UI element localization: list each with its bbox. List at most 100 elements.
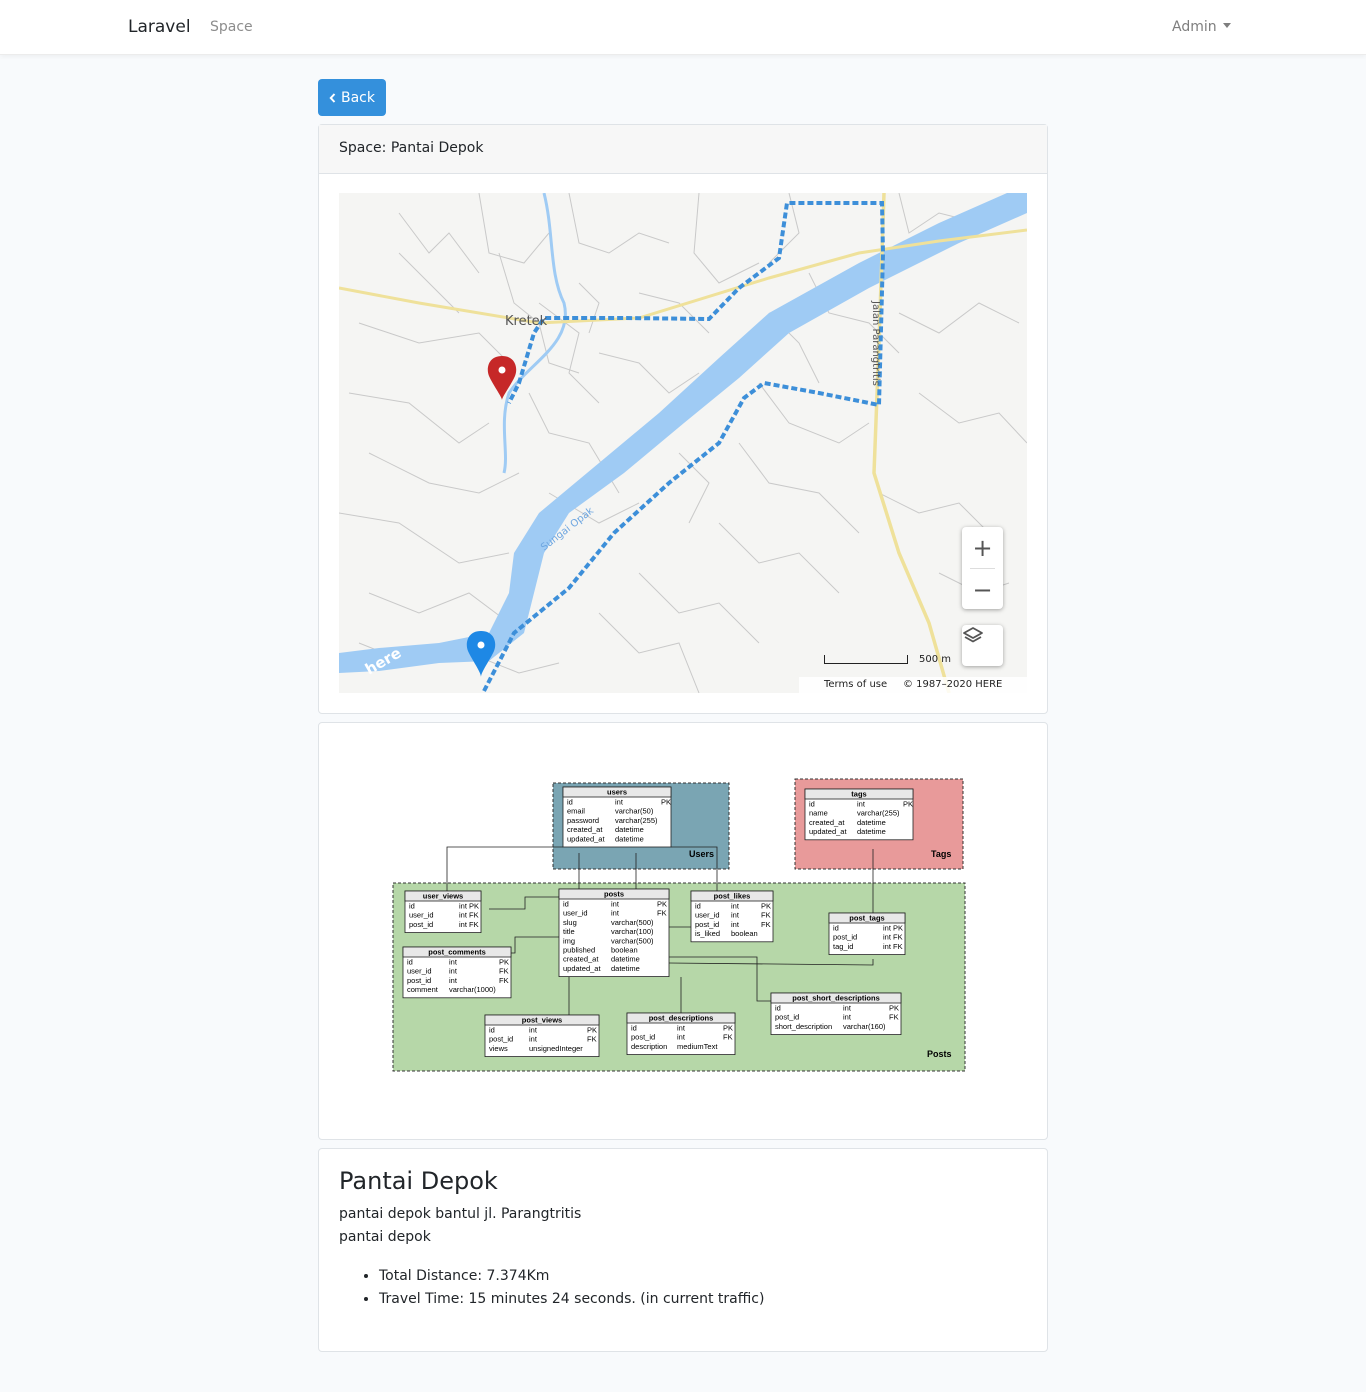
erd-table-cell: slug (563, 918, 577, 927)
erd-table-cell: datetime (611, 964, 640, 973)
erd-table-cell: int (677, 1024, 686, 1033)
brand-link[interactable]: Laravel (128, 17, 191, 37)
erd-table-title: post_views (522, 1016, 562, 1025)
erd-table-cell: varchar(160) (843, 1022, 886, 1031)
user-dropdown[interactable]: Admin (1172, 19, 1231, 35)
erd-table-post-descriptions: post_descriptionsid int PK post_id int FK desc… (626, 1012, 736, 1055)
erd-table-cell: FK (499, 976, 509, 985)
erd-table-cell: int (529, 1026, 538, 1035)
erd-diagram: Users Tags Posts users id int PK email varcha… (392, 778, 966, 1072)
erd-table-cell: datetime (615, 834, 644, 843)
erd-table-cell: int (731, 902, 740, 911)
erd-table-cell: mediumText (677, 1042, 718, 1051)
erd-table-cell: varchar(50) (615, 807, 654, 816)
erd-table-cell: created_at (567, 825, 603, 834)
erd-table-cell: PK (889, 1004, 899, 1013)
erd-table-cell: PK (761, 902, 771, 911)
erd-table-cell: post_id (409, 920, 433, 929)
erd-image-card: Users Tags Posts users id int PK email varcha… (318, 722, 1048, 1140)
erd-table-cell: FK (657, 909, 667, 918)
zoom-control: + − (962, 527, 1003, 609)
erd-table-cell: PK (587, 1026, 597, 1035)
erd-table-title: posts (604, 890, 624, 899)
erd-table-cell: int (449, 958, 458, 967)
erd-table-title: tags (851, 790, 866, 799)
map-card: Space: Pantai Depok Kretek Sungai Opak J… (318, 124, 1048, 714)
erd-table-cell: img (563, 936, 575, 945)
erd-table-cell: int PK (459, 902, 479, 911)
erd-table-title: user_views (423, 892, 463, 901)
erd-table-cell: int (449, 976, 458, 985)
erd-table-cell: title (563, 927, 575, 936)
place-label-kretek: Kretek (505, 314, 548, 329)
erd-table-cell: int (843, 1004, 852, 1013)
erd-table-post-short-descriptions: post_short_descriptionsid int PK post_id int… (770, 992, 902, 1035)
space-description: pantai depok (339, 1229, 431, 1245)
erd-table-cell: int (615, 798, 624, 807)
erd-table-cell: views (489, 1044, 508, 1053)
erd-table-cell: post_id (833, 933, 857, 942)
chevron-left-icon (329, 92, 336, 103)
route-map[interactable]: Kretek Sungai Opak Jalan Parangtritis he… (339, 193, 1027, 693)
space-info-card: Pantai Depok pantai depok bantul jl. Par… (318, 1148, 1048, 1352)
erd-table-cell: varchar(255) (857, 809, 900, 818)
zoom-in-button[interactable]: + (962, 527, 1003, 568)
erd-table-cell: short_description (775, 1022, 832, 1031)
erd-table-cell: post_id (489, 1035, 513, 1044)
erd-table-cell: id (563, 900, 569, 909)
erd-table-title: post_short_descriptions (792, 994, 880, 1003)
erd-table-posts: posts id int PK user_id int FK slug varchar(500)… (558, 888, 670, 977)
erd-table-cell: int (611, 909, 620, 918)
erd-table-cell: PK (723, 1024, 733, 1033)
erd-table-cell: updated_at (563, 964, 601, 973)
erd-table-cell: user_id (407, 967, 432, 976)
map-layers-button[interactable] (962, 625, 1003, 666)
erd-table-cell: published (563, 946, 595, 955)
erd-table-cell: updated_at (567, 834, 605, 843)
erd-table-cell: int (611, 900, 620, 909)
erd-table-cell: FK (723, 1033, 733, 1042)
map-canvas[interactable]: Kretek Sungai Opak Jalan Parangtritis he… (339, 193, 1027, 693)
erd-table-cell: int (843, 1013, 852, 1022)
erd-table-title: post_tags (849, 914, 884, 923)
erd-table-cell: password (567, 816, 599, 825)
erd-table-post-comments: post_commentsid int PKuser_id int FKpost_id i… (402, 946, 512, 999)
erd-table-cell: varchar(1000) (449, 985, 496, 994)
erd-table-cell: varchar(100) (611, 927, 654, 936)
erd-table-cell: int (731, 911, 740, 920)
erd-table-cell: int (677, 1033, 686, 1042)
erd-table-cell: datetime (615, 825, 644, 834)
erd-table-cell: int FK (883, 942, 903, 951)
space-title: Pantai Depok (339, 1167, 498, 1195)
erd-table-cell: int FK (459, 920, 479, 929)
terms-of-use-link[interactable]: Terms of use (824, 679, 887, 690)
erd-table-cell: int PK (883, 924, 903, 933)
erd-table-post-views: post_viewsid int PK post_id int FK views unsign… (484, 1014, 600, 1057)
erd-table-user-views: user_viewsid int PKuser_id int FKpost_id in… (404, 890, 482, 933)
navbar: Laravel Space Admin (0, 0, 1366, 55)
zoom-out-button[interactable]: − (962, 569, 1003, 610)
back-button[interactable]: Back (318, 79, 386, 116)
space-address: pantai depok bantul jl. Parangtritis (339, 1206, 582, 1222)
erd-table-cell: PK (661, 798, 671, 807)
erd-table-cell: email (567, 807, 585, 816)
erd-table-cell: varchar(500) (611, 936, 654, 945)
erd-table-cell: name (809, 809, 828, 818)
erd-table-cell: tag_id (833, 942, 853, 951)
erd-table-title: users (607, 788, 627, 797)
route-stats-list: Total Distance: 7.374Km Travel Time: 15 … (339, 1265, 1027, 1311)
erd-table-cell: id (567, 798, 573, 807)
erd-table-cell: post_id (631, 1033, 655, 1042)
back-button-label: Back (341, 89, 375, 106)
erd-table-cell: id (409, 902, 415, 911)
nav-link-space[interactable]: Space (210, 19, 253, 35)
erd-table-post-likes: post_likesid int PKuser_id int FKpost_id int F… (690, 890, 774, 943)
erd-table-title: post_comments (428, 948, 486, 957)
group-label-tags: Tags (931, 849, 951, 859)
erd-table-cell: FK (499, 967, 509, 976)
erd-table-cell: is_liked (695, 929, 720, 938)
erd-table-cell: created_at (809, 818, 845, 827)
erd-table-cell: post_id (695, 920, 719, 929)
layers-icon (963, 627, 983, 643)
map-scale-bar (824, 655, 908, 664)
